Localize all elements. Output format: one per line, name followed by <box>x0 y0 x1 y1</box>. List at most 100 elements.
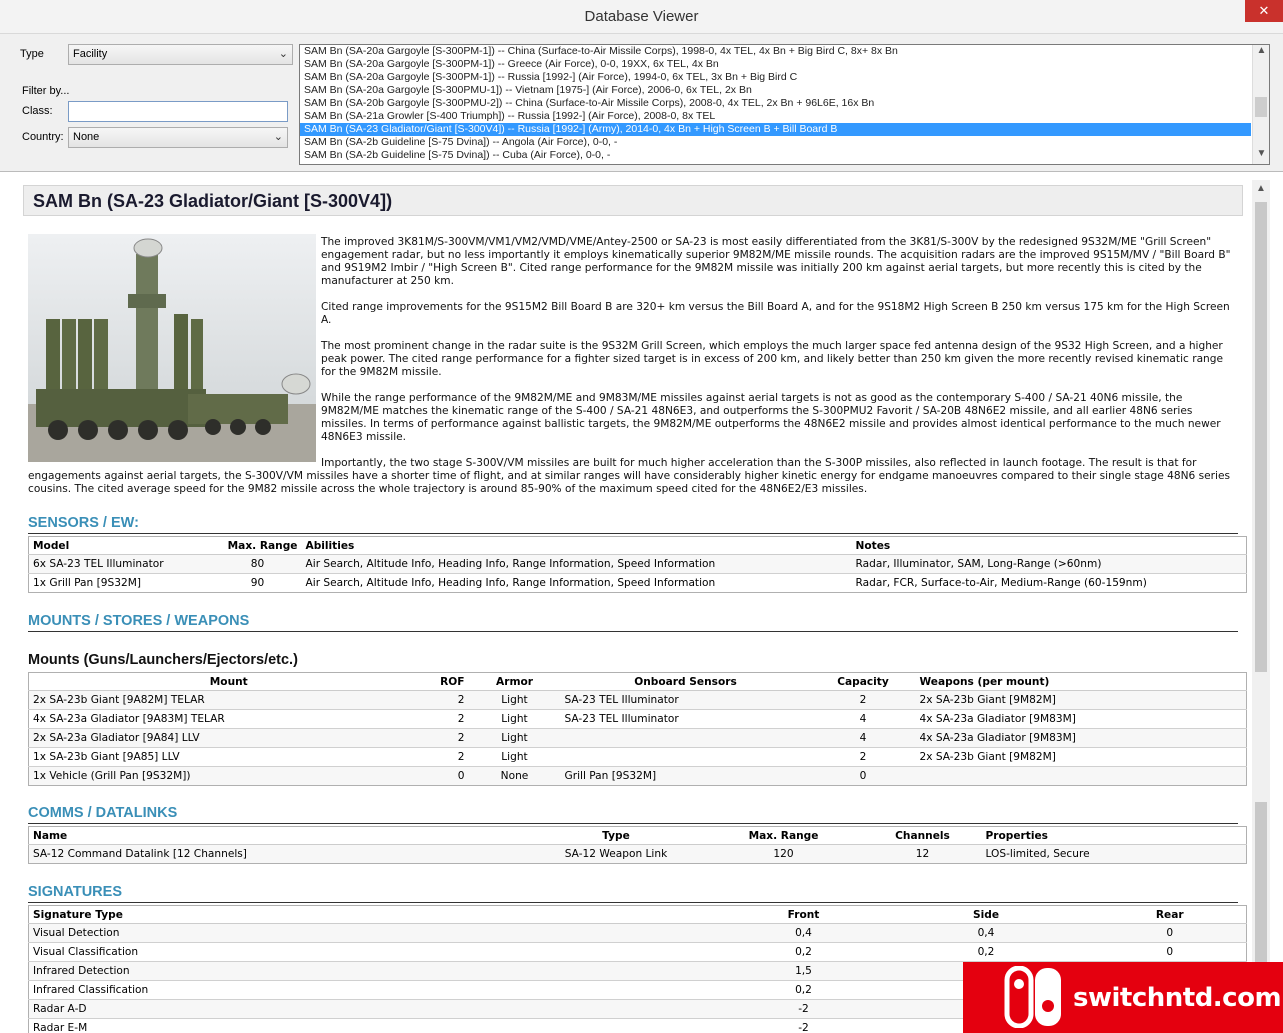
section-divider <box>28 533 1238 534</box>
table-cell: 2x SA-23b Giant [9M82M] <box>915 690 1247 710</box>
table-cell: 1x Grill Pan [9S32M] <box>28 573 214 593</box>
listbox-scrollbar[interactable]: ▲ ▼ <box>1252 45 1269 164</box>
country-label: Country: <box>22 131 64 143</box>
table-cell: Radar, FCR, Surface-to-Air, Medium-Range… <box>851 573 1247 593</box>
list-item[interactable]: SAM Bn (SA-20b Gargoyle [S-300PMU-2]) --… <box>300 97 1269 110</box>
type-label: Type <box>20 48 44 60</box>
type-select[interactable]: Facility ⌄ <box>68 44 293 65</box>
col-rear: Rear <box>1093 905 1247 924</box>
col-mount: Mount <box>28 672 429 691</box>
table-row: 2x SA-23b Giant [9A82M] TELAR 2 Light SA-23… <box>28 690 1247 710</box>
table-row: 1x SA-23b Giant [9A85] LLV 2 Light 2 2x SA-2… <box>28 747 1247 767</box>
table-row: SA-12 Command Datalink [12 Channels] SA-1… <box>28 844 1247 864</box>
list-item[interactable]: SAM Bn (SA-20a Gargoyle [S-300PM-1]) -- … <box>300 45 1269 58</box>
col-name: Name <box>28 826 529 845</box>
list-item[interactable]: SAM Bn (SA-2b Guideline [S-75 Dvina]) --… <box>300 149 1269 162</box>
table-cell: 0 <box>428 766 469 786</box>
table-cell: 1,5 <box>728 961 879 981</box>
table-cell: 2 <box>428 747 469 767</box>
table-cell: Infrared Classification <box>28 980 729 1000</box>
mounts-subheading: Mounts (Guns/Launchers/Ejectors/etc.) <box>28 652 298 668</box>
table-cell: SA-23 TEL Illuminator <box>560 709 811 729</box>
table-cell: Radar A-D <box>28 999 729 1019</box>
scrollbar-thumb[interactable] <box>1255 802 1267 982</box>
watermark-text: switchntd.com <box>1073 983 1282 1013</box>
col-model: Model <box>28 536 214 555</box>
col-properties: Properties <box>981 826 1247 845</box>
table-cell: 120 <box>703 844 864 864</box>
table-cell: 0,4 <box>728 923 879 943</box>
col-type: Type <box>528 826 704 845</box>
window-title: Database Viewer <box>584 8 699 25</box>
filter-panel: Type Facility ⌄ Filter by... Class: Coun… <box>0 34 1283 172</box>
table-cell: SA-12 Command Datalink [12 Channels] <box>28 844 529 864</box>
table-cell: Light <box>468 690 561 710</box>
mounts-heading: MOUNTS / STORES / WEAPONS <box>28 613 250 629</box>
filter-by-label: Filter by... <box>22 85 70 97</box>
table-row: Visual Classification 0,2 0,2 0 <box>28 942 1247 962</box>
table-cell: SA-12 Weapon Link <box>528 844 704 864</box>
table-cell: Light <box>468 747 561 767</box>
table-cell: -2 <box>728 1018 879 1033</box>
table-cell: Visual Classification <box>28 942 729 962</box>
table-cell: 0 <box>810 766 916 786</box>
table-cell: 2 <box>810 690 916 710</box>
list-item[interactable]: SAM Bn (SA-20a Gargoyle [S-300PMU-1]) --… <box>300 84 1269 97</box>
watermark: switchntd.com <box>963 962 1283 1033</box>
col-channels: Channels <box>863 826 982 845</box>
table-cell <box>915 766 1247 786</box>
col-capacity: Capacity <box>810 672 916 691</box>
table-cell: 0,4 <box>878 923 1094 943</box>
table-cell: Grill Pan [9S32M] <box>560 766 811 786</box>
table-cell: 2 <box>810 747 916 767</box>
signatures-heading: SIGNATURES <box>28 884 122 900</box>
col-max-range: Max. Range <box>213 536 302 555</box>
table-cell: 2 <box>428 690 469 710</box>
scroll-up-icon[interactable]: ▲ <box>1253 45 1269 61</box>
table-row: 1x Vehicle (Grill Pan [9S32M]) 0 None Grill… <box>28 766 1247 786</box>
table-cell: -2 <box>728 999 879 1019</box>
photo-spacer <box>28 236 321 462</box>
unit-list-items: SAM Bn (SA-20a Gargoyle [S-300PM-1]) -- … <box>300 45 1269 162</box>
country-select[interactable]: None ⌄ <box>68 127 288 148</box>
list-item[interactable]: SAM Bn (SA-2b Guideline [S-75 Dvina]) --… <box>300 136 1269 149</box>
list-item[interactable]: SAM Bn (SA-23 Gladiator/Giant [S-300V4])… <box>300 123 1251 136</box>
list-item[interactable]: SAM Bn (SA-21a Growler [S-400 Triumph]) … <box>300 110 1269 123</box>
table-cell: 2x SA-23b Giant [9A82M] TELAR <box>28 690 429 710</box>
list-item[interactable]: SAM Bn (SA-20a Gargoyle [S-300PM-1]) -- … <box>300 71 1269 84</box>
scroll-up-icon[interactable]: ▲ <box>1252 180 1270 198</box>
col-abilities: Abilities <box>301 536 852 555</box>
scroll-down-icon[interactable]: ▼ <box>1253 148 1269 164</box>
table-cell: SA-23 TEL Illuminator <box>560 690 811 710</box>
col-weapons: Weapons (per mount) <box>915 672 1247 691</box>
detail-scrollbar[interactable]: ▲ <box>1252 180 1270 1033</box>
description-paragraph: Importantly, the two stage S-300V/VM mis… <box>28 457 1231 495</box>
table-cell: 1x Vehicle (Grill Pan [9S32M]) <box>28 766 429 786</box>
table-cell: 0 <box>1093 942 1247 962</box>
section-divider <box>28 902 1238 903</box>
section-divider <box>28 631 1238 632</box>
page-title: SAM Bn (SA-23 Gladiator/Giant [S-300V4]) <box>23 185 1243 216</box>
table-cell: 4x SA-23a Gladiator [9M83M] <box>915 709 1247 729</box>
table-cell: 80 <box>213 554 302 574</box>
table-cell <box>560 747 811 767</box>
scrollbar-thumb[interactable] <box>1255 202 1267 672</box>
scrollbar-thumb[interactable] <box>1255 97 1267 117</box>
table-cell: Light <box>468 709 561 729</box>
table-cell: 0,2 <box>878 942 1094 962</box>
type-select-value: Facility <box>73 48 108 60</box>
class-input[interactable] <box>68 101 288 122</box>
table-cell: 4x SA-23a Gladiator [9A83M] TELAR <box>28 709 429 729</box>
table-cell: 0,2 <box>728 980 879 1000</box>
list-item[interactable]: SAM Bn (SA-20a Gargoyle [S-300PM-1]) -- … <box>300 58 1269 71</box>
unit-listbox[interactable]: SAM Bn (SA-20a Gargoyle [S-300PM-1]) -- … <box>299 44 1270 165</box>
table-cell: Radar, Illuminator, SAM, Long-Range (>60… <box>851 554 1247 574</box>
table-cell: 2x SA-23b Giant [9M82M] <box>915 747 1247 767</box>
sensors-heading: SENSORS / EW: <box>28 515 139 531</box>
close-button[interactable]: ✕ <box>1245 0 1283 22</box>
table-cell: Infrared Detection <box>28 961 729 981</box>
chevron-down-icon: ⌄ <box>278 48 288 60</box>
table-row: 2x SA-23a Gladiator [9A84] LLV 2 Light 4 4x … <box>28 728 1247 748</box>
table-cell: LOS-limited, Secure <box>981 844 1247 864</box>
col-notes: Notes <box>851 536 1247 555</box>
